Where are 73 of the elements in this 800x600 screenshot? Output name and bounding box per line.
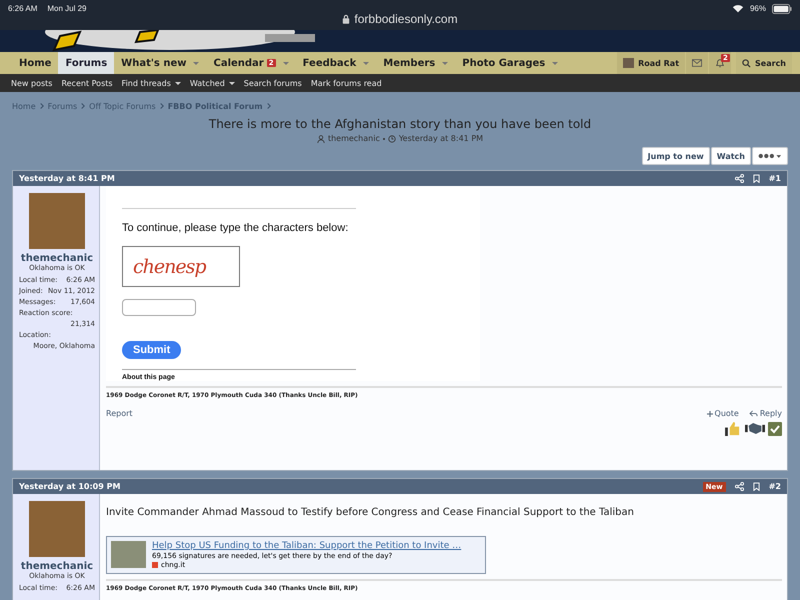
caret-icon — [228, 82, 235, 84]
nav-tab[interactable]: Members — [376, 52, 456, 74]
link-title[interactable]: Help Stop US Funding to the Taliban: Support the Petition to Invite … — [152, 541, 462, 551]
caret-icon — [363, 62, 370, 64]
share-icon[interactable] — [734, 174, 744, 183]
envelope-icon — [692, 59, 702, 67]
status-time: 6:26 AM — [8, 4, 38, 13]
post-number[interactable]: #1 — [768, 174, 781, 183]
submit-button[interactable]: Submit — [122, 341, 182, 359]
caret-icon — [442, 62, 448, 64]
quote-link[interactable]: Quote — [706, 409, 739, 418]
battery-icon — [772, 4, 792, 14]
share-icon[interactable] — [734, 482, 744, 491]
username-link[interactable]: themechanic — [19, 253, 95, 264]
avatar-icon — [623, 58, 634, 68]
bell-icon — [715, 58, 726, 68]
user-icon — [316, 134, 325, 142]
bookmark-icon[interactable] — [752, 482, 760, 491]
thread-button[interactable]: Jump to new — [642, 147, 710, 165]
subnav-link[interactable]: New posts — [11, 78, 52, 88]
chevron-icon — [40, 103, 44, 109]
plus-icon — [706, 410, 713, 416]
nav-tab[interactable]: Photo Garages — [455, 52, 566, 74]
subnav-link[interactable]: Recent Posts — [61, 78, 113, 88]
post-time[interactable]: Yesterday at 8:41 PM — [19, 174, 115, 183]
more-button[interactable] — [752, 147, 788, 165]
captcha-text: chenesp — [133, 256, 206, 278]
thumbs-up-icon[interactable] — [725, 421, 742, 436]
checkmark-icon[interactable] — [768, 422, 782, 436]
battery-percent: 96% — [750, 4, 766, 13]
clock-icon — [388, 134, 396, 142]
handshake-icon[interactable] — [745, 422, 765, 435]
account-button[interactable]: Road Rat — [617, 52, 686, 74]
chevron-icon — [266, 103, 271, 109]
captcha-input-field[interactable] — [122, 299, 196, 316]
caret-icon — [282, 62, 289, 64]
subnav-link[interactable]: Watched — [190, 78, 235, 88]
address-url[interactable]: forbbodiesonly.com — [354, 12, 458, 26]
subnav-link[interactable]: Mark forums read — [310, 78, 382, 88]
chevron-icon — [81, 103, 86, 109]
caret-icon — [174, 82, 181, 84]
search-button[interactable]: Search — [736, 52, 792, 74]
bookmark-icon[interactable] — [752, 174, 760, 183]
site-icon — [152, 562, 158, 568]
captcha-prompt: To continue, please type the characters below: — [122, 222, 348, 234]
author-link[interactable]: themechanic — [328, 134, 380, 143]
subnav-link[interactable]: Search forums — [244, 78, 302, 88]
nav-tab[interactable]: Home — [12, 52, 58, 74]
report-link[interactable]: Report — [106, 409, 133, 418]
photo-placeholder — [111, 541, 146, 568]
caret-icon — [552, 62, 558, 64]
username-link[interactable]: themechanic — [19, 561, 95, 572]
post-time[interactable]: Yesterday at 10:09 PM — [19, 482, 120, 491]
chevron-icon — [160, 103, 164, 109]
more-icon — [758, 153, 782, 159]
subnav-link[interactable]: Find threads — [122, 78, 181, 88]
thread-date[interactable]: Yesterday at 8:41 PM — [398, 134, 484, 143]
thread-button[interactable]: Watch — [710, 147, 751, 165]
lock-icon — [342, 14, 350, 24]
search-icon — [742, 58, 752, 68]
nav-tab[interactable]: What's new — [114, 52, 206, 74]
nav-tab[interactable]: Feedback — [296, 52, 376, 74]
caret-icon — [193, 62, 200, 64]
thread-title: There is more to the Afghanistan story than you have been told — [208, 117, 592, 131]
status-date: Mon Jul 29 — [47, 4, 86, 13]
inbox-button[interactable] — [686, 52, 708, 74]
post-text: Invite Commander Ahmad Massoud to Testify before Congress and Cease Financial Support to the Taliban — [106, 507, 635, 518]
wifi-icon — [732, 4, 744, 13]
reply-link[interactable]: Reply — [748, 409, 782, 418]
nav-tab[interactable]: Forums — [58, 52, 114, 74]
separator-dot — [382, 138, 385, 140]
post-number[interactable]: #2 — [768, 482, 781, 491]
reply-icon — [748, 410, 758, 417]
